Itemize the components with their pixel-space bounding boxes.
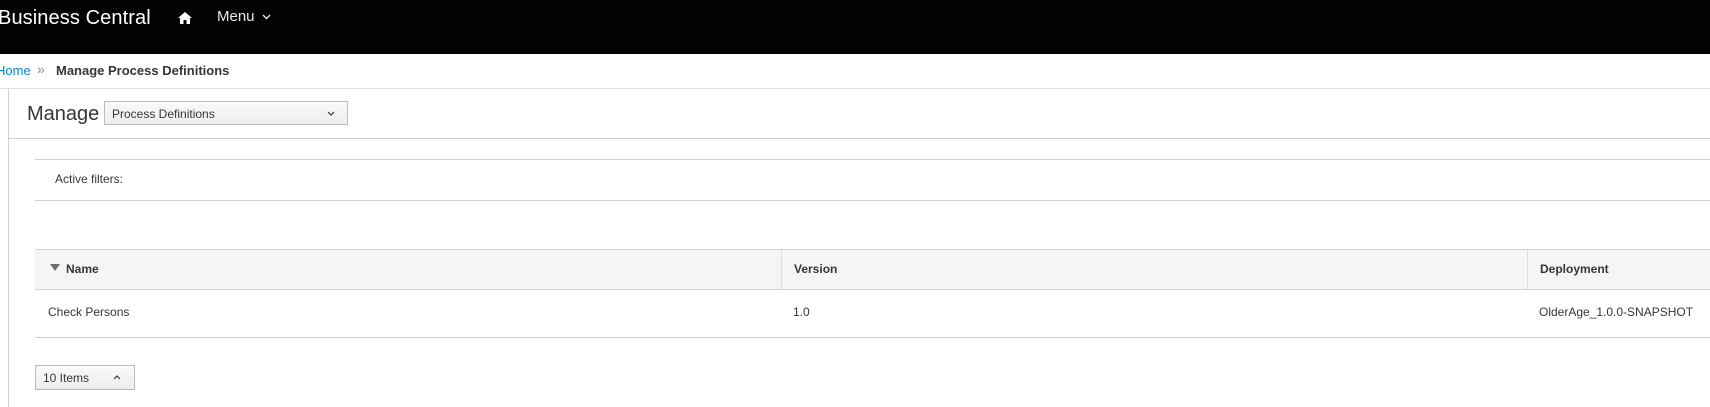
- perspective-select-value: Process Definitions: [112, 107, 215, 121]
- manage-header: Manage Process Definitions: [9, 89, 1710, 139]
- active-filters-bar: Active filters:: [35, 159, 1710, 201]
- page-size-dropdown[interactable]: 10 Items: [35, 365, 135, 390]
- breadcrumb: Home » Manage Process Definitions: [0, 54, 1710, 89]
- sort-descending-icon: [50, 263, 60, 271]
- table-header: Name Version Deployment: [35, 249, 1710, 290]
- chevron-up-icon: [113, 375, 121, 380]
- cell-version: 1.0: [793, 305, 810, 319]
- perspective-select[interactable]: Process Definitions: [104, 101, 348, 125]
- page-title: Manage: [27, 103, 100, 125]
- chevron-down-icon: [327, 111, 335, 116]
- active-filters-label: Active filters:: [55, 172, 124, 186]
- chevron-down-icon: [262, 14, 271, 20]
- column-header-name[interactable]: Name: [35, 250, 781, 289]
- column-header-deployment[interactable]: Deployment: [1527, 250, 1710, 289]
- column-header-deployment-label: Deployment: [1540, 262, 1609, 276]
- column-header-version[interactable]: Version: [781, 250, 1527, 289]
- page-size-value: 10 Items: [43, 371, 90, 385]
- breadcrumb-current: Manage Process Definitions: [56, 63, 230, 78]
- menu-dropdown[interactable]: Menu: [217, 8, 271, 25]
- column-header-version-label: Version: [794, 262, 838, 276]
- cell-deployment: OlderAge_1.0.0-SNAPSHOT: [1539, 305, 1694, 319]
- cell-name: Check Persons: [48, 305, 130, 319]
- breadcrumb-separator: »: [37, 61, 45, 77]
- app-title[interactable]: Business Central: [0, 7, 151, 30]
- top-navbar: Business Central Menu: [0, 0, 1710, 54]
- process-definitions-table: Name Version Deployment Check Persons 1.…: [35, 249, 1710, 338]
- main-content: Manage Process Definitions Active filter…: [8, 89, 1710, 407]
- home-icon[interactable]: [177, 10, 193, 26]
- column-header-name-label: Name: [66, 262, 99, 276]
- menu-label: Menu: [217, 8, 255, 25]
- table-row[interactable]: Check Persons 1.0 OlderAge_1.0.0-SNAPSHO…: [35, 290, 1710, 338]
- breadcrumb-home-link[interactable]: Home: [0, 63, 31, 78]
